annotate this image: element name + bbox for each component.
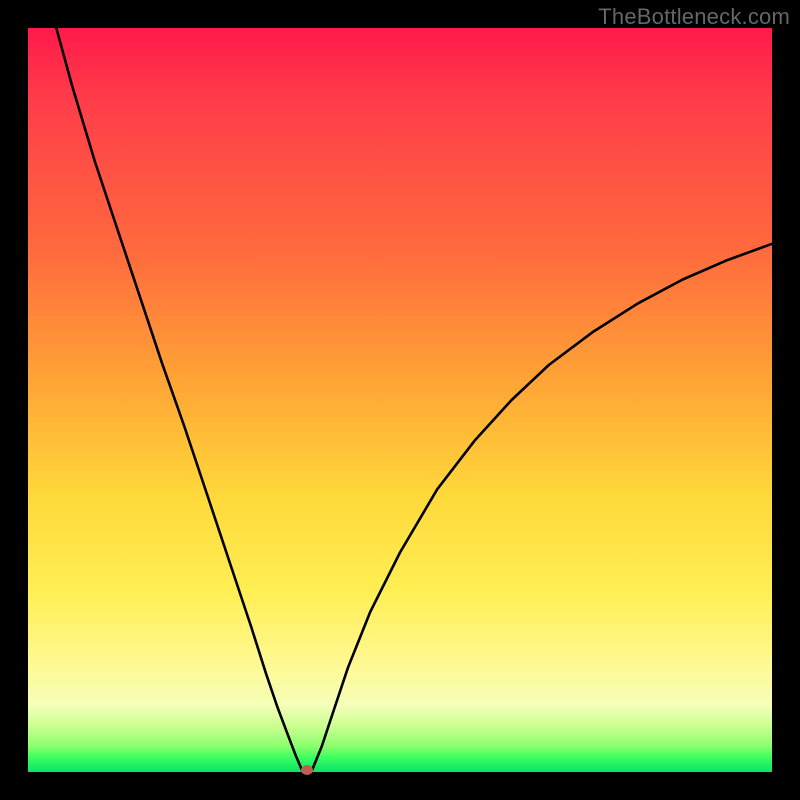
watermark-text: TheBottleneck.com (598, 4, 790, 30)
chart-frame: TheBottleneck.com (0, 0, 800, 800)
plot-area (28, 28, 772, 772)
minimum-marker (301, 765, 313, 775)
bottleneck-curve (28, 28, 772, 772)
